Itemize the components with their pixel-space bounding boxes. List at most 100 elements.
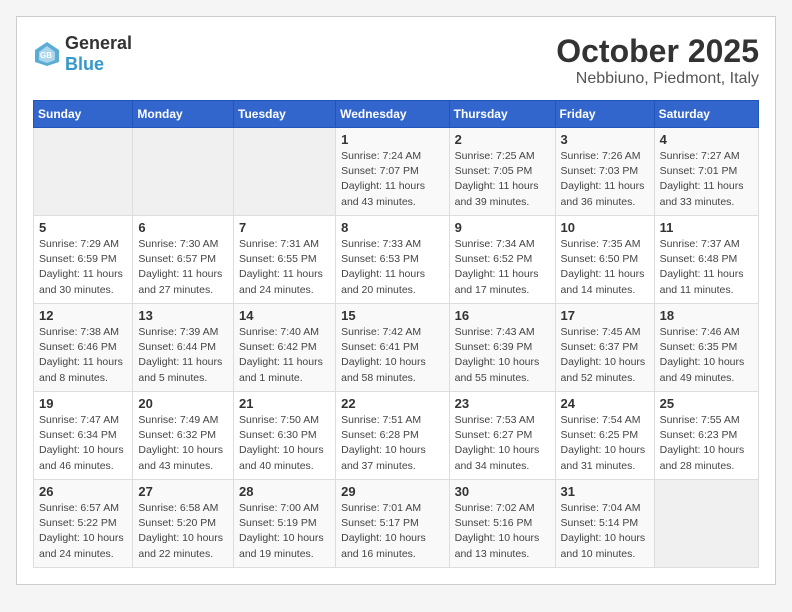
day-info: Sunrise: 7:51 AM Sunset: 6:28 PM Dayligh… [341, 413, 444, 474]
day-info: Sunrise: 7:27 AM Sunset: 7:01 PM Dayligh… [660, 149, 753, 210]
calendar-cell: 23Sunrise: 7:53 AM Sunset: 6:27 PM Dayli… [449, 392, 555, 480]
day-info: Sunrise: 7:29 AM Sunset: 6:59 PM Dayligh… [39, 237, 127, 298]
calendar-cell: 1Sunrise: 7:24 AM Sunset: 7:07 PM Daylig… [336, 128, 450, 216]
day-number: 31 [561, 484, 649, 499]
calendar-cell: 25Sunrise: 7:55 AM Sunset: 6:23 PM Dayli… [654, 392, 758, 480]
calendar-cell: 6 Sunrise: 7:30 AM Sunset: 6:57 PM Daylig… [133, 216, 234, 304]
calendar-cell [34, 128, 133, 216]
calendar-cell: 27 Sunrise: 6:58 AM Sunset: 5:20 PM Dayli… [133, 480, 234, 568]
day-number: 16 [455, 308, 550, 323]
day-info: Sunrise: 7:26 AM Sunset: 7:03 PM Dayligh… [561, 149, 649, 210]
day-number: 28 [239, 484, 330, 499]
calendar-cell: 5Sunrise: 7:29 AM Sunset: 6:59 PM Daylig… [34, 216, 133, 304]
calendar-cell: 12Sunrise: 7:38 AM Sunset: 6:46 PM Dayli… [34, 304, 133, 392]
day-number: 22 [341, 396, 444, 411]
header-thursday: Thursday [449, 101, 555, 128]
calendar-cell: 31 Sunrise: 7:04 AM Sunset: 5:14 PM Dayli… [555, 480, 654, 568]
month-title: October 2025 [556, 33, 759, 70]
calendar-week-3: 12Sunrise: 7:38 AM Sunset: 6:46 PM Dayli… [34, 304, 759, 392]
day-number: 12 [39, 308, 127, 323]
calendar-week-2: 5Sunrise: 7:29 AM Sunset: 6:59 PM Daylig… [34, 216, 759, 304]
day-info: Sunrise: 7:45 AM Sunset: 6:37 PM Dayligh… [561, 325, 649, 386]
calendar-cell: 19 Sunrise: 7:47 AM Sunset: 6:34 PM Dayli… [34, 392, 133, 480]
calendar-cell: 28 Sunrise: 7:00 AM Sunset: 5:19 PM Dayli… [234, 480, 336, 568]
calendar-week-4: 19 Sunrise: 7:47 AM Sunset: 6:34 PM Dayli… [34, 392, 759, 480]
day-number: 4 [660, 132, 753, 147]
day-info: Sunrise: 7:33 AM Sunset: 6:53 PM Dayligh… [341, 237, 444, 298]
title-area: October 2025 Nebbiuno, Piedmont, Italy [556, 33, 759, 88]
day-number: 1 [341, 132, 444, 147]
day-number: 2 [455, 132, 550, 147]
day-number: 19 [39, 396, 127, 411]
day-number: 9 [455, 220, 550, 235]
calendar-cell: 29Sunrise: 7:01 AM Sunset: 5:17 PM Dayli… [336, 480, 450, 568]
day-info: Sunrise: 7:39 AM Sunset: 6:44 PM Dayligh… [138, 325, 228, 386]
day-number: 11 [660, 220, 753, 235]
day-info: Sunrise: 7:00 AM Sunset: 5:19 PM Dayligh… [239, 501, 330, 562]
calendar-cell: 21Sunrise: 7:50 AM Sunset: 6:30 PM Dayli… [234, 392, 336, 480]
day-info: Sunrise: 7:46 AM Sunset: 6:35 PM Dayligh… [660, 325, 753, 386]
day-info: Sunrise: 7:34 AM Sunset: 6:52 PM Dayligh… [455, 237, 550, 298]
calendar-cell: 30 Sunrise: 7:02 AM Sunset: 5:16 PM Dayli… [449, 480, 555, 568]
calendar-container: GB General Blue October 2025 Nebbiuno, P… [16, 16, 776, 585]
calendar-week-5: 26 Sunrise: 6:57 AM Sunset: 5:22 PM Dayli… [34, 480, 759, 568]
calendar-cell: 18 Sunrise: 7:46 AM Sunset: 6:35 PM Dayli… [654, 304, 758, 392]
day-number: 13 [138, 308, 228, 323]
calendar-week-1: 1Sunrise: 7:24 AM Sunset: 7:07 PM Daylig… [34, 128, 759, 216]
day-info: Sunrise: 7:54 AM Sunset: 6:25 PM Dayligh… [561, 413, 649, 474]
calendar-cell: 24 Sunrise: 7:54 AM Sunset: 6:25 PM Dayli… [555, 392, 654, 480]
day-info: Sunrise: 6:58 AM Sunset: 5:20 PM Dayligh… [138, 501, 228, 562]
day-number: 15 [341, 308, 444, 323]
day-info: Sunrise: 7:01 AM Sunset: 5:17 PM Dayligh… [341, 501, 444, 562]
day-number: 26 [39, 484, 127, 499]
location-title: Nebbiuno, Piedmont, Italy [556, 70, 759, 88]
day-info: Sunrise: 7:02 AM Sunset: 5:16 PM Dayligh… [455, 501, 550, 562]
calendar-table: Sunday Monday Tuesday Wednesday Thursday… [33, 100, 759, 568]
logo-blue: Blue [65, 54, 104, 74]
calendar-cell: 16Sunrise: 7:43 AM Sunset: 6:39 PM Dayli… [449, 304, 555, 392]
day-number: 24 [561, 396, 649, 411]
header-friday: Friday [555, 101, 654, 128]
day-number: 8 [341, 220, 444, 235]
calendar-cell: 22 Sunrise: 7:51 AM Sunset: 6:28 PM Dayli… [336, 392, 450, 480]
day-number: 18 [660, 308, 753, 323]
header-sunday: Sunday [34, 101, 133, 128]
day-info: Sunrise: 7:40 AM Sunset: 6:42 PM Dayligh… [239, 325, 330, 386]
calendar-cell: 8 Sunrise: 7:33 AM Sunset: 6:53 PM Daylig… [336, 216, 450, 304]
calendar-cell [654, 480, 758, 568]
svg-text:GB: GB [40, 51, 52, 60]
day-info: Sunrise: 7:30 AM Sunset: 6:57 PM Dayligh… [138, 237, 228, 298]
day-number: 17 [561, 308, 649, 323]
day-number: 10 [561, 220, 649, 235]
day-number: 20 [138, 396, 228, 411]
day-info: Sunrise: 7:35 AM Sunset: 6:50 PM Dayligh… [561, 237, 649, 298]
day-info: Sunrise: 7:47 AM Sunset: 6:34 PM Dayligh… [39, 413, 127, 474]
header-area: GB General Blue October 2025 Nebbiuno, P… [33, 33, 759, 88]
day-number: 30 [455, 484, 550, 499]
day-info: Sunrise: 7:04 AM Sunset: 5:14 PM Dayligh… [561, 501, 649, 562]
day-number: 27 [138, 484, 228, 499]
calendar-cell: 7Sunrise: 7:31 AM Sunset: 6:55 PM Daylig… [234, 216, 336, 304]
calendar-cell: 10 Sunrise: 7:35 AM Sunset: 6:50 PM Dayli… [555, 216, 654, 304]
calendar-cell: 4 Sunrise: 7:27 AM Sunset: 7:01 PM Daylig… [654, 128, 758, 216]
day-number: 6 [138, 220, 228, 235]
header-wednesday: Wednesday [336, 101, 450, 128]
day-info: Sunrise: 7:49 AM Sunset: 6:32 PM Dayligh… [138, 413, 228, 474]
day-number: 25 [660, 396, 753, 411]
day-number: 14 [239, 308, 330, 323]
header-row: Sunday Monday Tuesday Wednesday Thursday… [34, 101, 759, 128]
calendar-cell: 26 Sunrise: 6:57 AM Sunset: 5:22 PM Dayli… [34, 480, 133, 568]
calendar-cell: 13 Sunrise: 7:39 AM Sunset: 6:44 PM Dayli… [133, 304, 234, 392]
day-info: Sunrise: 7:25 AM Sunset: 7:05 PM Dayligh… [455, 149, 550, 210]
day-info: Sunrise: 7:53 AM Sunset: 6:27 PM Dayligh… [455, 413, 550, 474]
calendar-body: 1Sunrise: 7:24 AM Sunset: 7:07 PM Daylig… [34, 128, 759, 568]
header-tuesday: Tuesday [234, 101, 336, 128]
calendar-cell [133, 128, 234, 216]
day-info: Sunrise: 7:42 AM Sunset: 6:41 PM Dayligh… [341, 325, 444, 386]
day-info: Sunrise: 6:57 AM Sunset: 5:22 PM Dayligh… [39, 501, 127, 562]
calendar-cell: 11 Sunrise: 7:37 AM Sunset: 6:48 PM Dayli… [654, 216, 758, 304]
calendar-header: Sunday Monday Tuesday Wednesday Thursday… [34, 101, 759, 128]
calendar-cell: 20 Sunrise: 7:49 AM Sunset: 6:32 PM Dayli… [133, 392, 234, 480]
calendar-cell: 3Sunrise: 7:26 AM Sunset: 7:03 PM Daylig… [555, 128, 654, 216]
day-info: Sunrise: 7:37 AM Sunset: 6:48 PM Dayligh… [660, 237, 753, 298]
